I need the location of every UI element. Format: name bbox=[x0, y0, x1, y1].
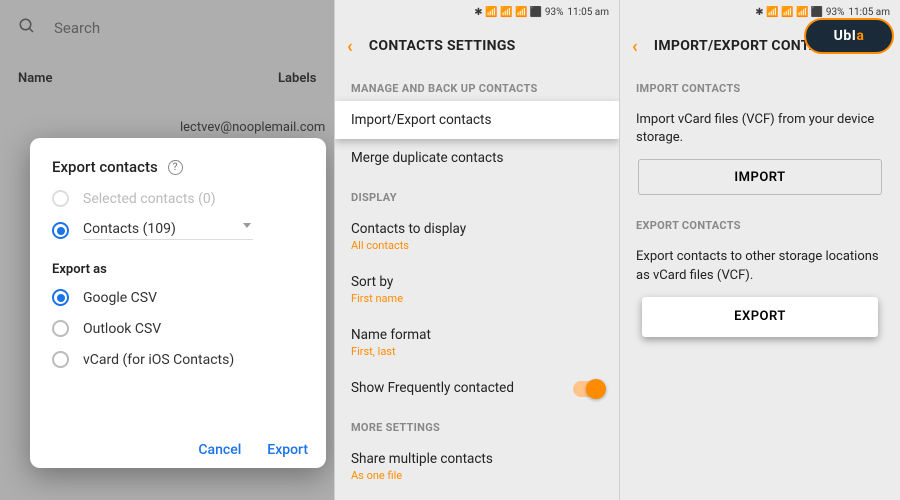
section-more-settings: MORE SETTINGS bbox=[335, 407, 619, 440]
panel-import-export: ✱ 📶 📶 📶 ⬛ 93% 11:05 am ‹ IMPORT/EXPORT C… bbox=[620, 0, 900, 500]
contacts-dropdown[interactable]: Contacts (109) bbox=[83, 221, 253, 240]
export-description: Export contacts to other storage locatio… bbox=[620, 238, 900, 284]
format-vcard[interactable]: vCard (for iOS Contacts) bbox=[52, 351, 304, 368]
toggle-switch[interactable] bbox=[573, 381, 605, 397]
row-contacts-to-display[interactable]: Contacts to display All contacts bbox=[335, 210, 619, 263]
import-button[interactable]: IMPORT bbox=[638, 159, 882, 195]
back-icon[interactable]: ‹ bbox=[632, 36, 638, 57]
section-export: EXPORT CONTACTS bbox=[620, 205, 900, 238]
status-icons: ✱ 📶 📶 📶 ⬛ 93% bbox=[755, 7, 844, 18]
option-contacts[interactable]: Contacts (109) bbox=[52, 221, 304, 240]
status-time: 11:05 am bbox=[848, 7, 890, 18]
export-as-label: Export as bbox=[52, 262, 304, 277]
section-manage-backup: MANAGE AND BACK UP CONTACTS bbox=[335, 68, 619, 101]
page-title: CONTACTS SETTINGS bbox=[369, 38, 516, 54]
app-bar: ‹ CONTACTS SETTINGS bbox=[335, 24, 619, 68]
cancel-button[interactable]: Cancel bbox=[198, 442, 241, 458]
chevron-down-icon bbox=[243, 223, 251, 228]
format-outlook-csv[interactable]: Outlook CSV bbox=[52, 320, 304, 337]
row-import-export[interactable]: Import/Export contacts bbox=[335, 101, 619, 139]
import-description: Import vCard files (VCF) from your devic… bbox=[620, 101, 900, 147]
dialog-actions: Cancel Export bbox=[198, 442, 308, 458]
status-bar: ✱ 📶 📶 📶 ⬛ 93% 11:05 am bbox=[335, 0, 619, 24]
row-name-format[interactable]: Name format First, last bbox=[335, 316, 619, 369]
radio-icon bbox=[52, 222, 69, 239]
panel-export-contacts-screen: Search Name Labels lectvev@nooplemail.co… bbox=[0, 0, 335, 500]
help-icon[interactable]: ? bbox=[168, 160, 183, 175]
section-import: IMPORT CONTACTS bbox=[620, 68, 900, 101]
status-time: 11:05 am bbox=[567, 7, 609, 18]
status-icons: ✱ 📶 📶 📶 ⬛ 93% bbox=[474, 7, 563, 18]
back-icon[interactable]: ‹ bbox=[347, 36, 353, 57]
panel-contacts-settings: ✱ 📶 📶 📶 ⬛ 93% 11:05 am ‹ CONTACTS SETTIN… bbox=[335, 0, 620, 500]
radio-icon bbox=[52, 289, 69, 306]
brand-logo: UbIa bbox=[804, 18, 894, 54]
row-show-frequently[interactable]: Show Frequently contacted bbox=[335, 369, 619, 407]
option-selected-contacts: Selected contacts (0) bbox=[52, 190, 304, 207]
export-contacts-dialog: Export contacts ? Selected contacts (0) … bbox=[30, 138, 326, 468]
export-button[interactable]: EXPORT bbox=[642, 297, 878, 337]
section-display: DISPLAY bbox=[335, 177, 619, 210]
dialog-title: Export contacts ? bbox=[52, 158, 304, 176]
export-button[interactable]: Export bbox=[267, 442, 308, 458]
row-sort-by[interactable]: Sort by First name bbox=[335, 263, 619, 316]
row-share-multiple[interactable]: Share multiple contacts As one file bbox=[335, 440, 619, 493]
row-merge-duplicates[interactable]: Merge duplicate contacts bbox=[335, 139, 619, 177]
radio-icon bbox=[52, 351, 69, 368]
radio-icon bbox=[52, 320, 69, 337]
radio-icon bbox=[52, 190, 69, 207]
format-google-csv[interactable]: Google CSV bbox=[52, 289, 304, 306]
